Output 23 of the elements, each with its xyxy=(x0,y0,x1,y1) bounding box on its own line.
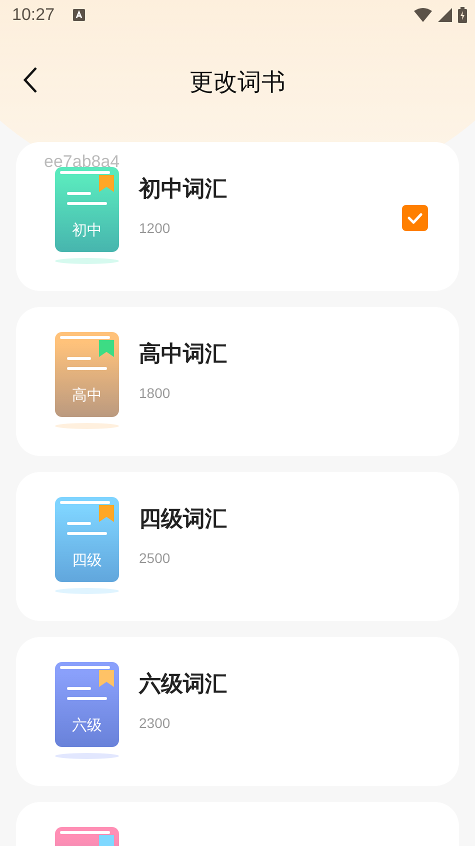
book-title: 初中词汇 xyxy=(139,176,227,204)
battery-icon xyxy=(458,7,467,23)
book-card[interactable]: 六级 六级词汇 2300 xyxy=(16,637,459,786)
status-time: 10:27 xyxy=(12,5,55,25)
keyboard-notification-icon xyxy=(72,9,85,21)
book-cover-icon: 六级 xyxy=(55,662,119,747)
book-card[interactable]: 四级 四级词汇 2500 xyxy=(16,472,459,621)
word-count: 1800 xyxy=(139,385,172,401)
wifi-icon xyxy=(414,8,432,22)
book-title: 六级词汇 xyxy=(139,671,227,699)
book-card[interactable]: 高中 高中词汇 1800 xyxy=(16,307,459,456)
book-card[interactable]: 初中 初中词汇 1200 ee7ab8a4 xyxy=(16,142,459,291)
word-count: 2500 xyxy=(139,550,172,566)
word-count: 1200 xyxy=(139,220,172,236)
checkbox[interactable] xyxy=(402,205,428,231)
book-cover-icon: 高中 xyxy=(55,332,119,417)
book-title: 高中词汇 xyxy=(139,340,227,369)
page-title: 更改词书 xyxy=(190,67,286,98)
word-count: 2300 xyxy=(139,715,172,731)
signal-icon xyxy=(438,8,452,22)
book-title: 四级词汇 xyxy=(139,506,227,534)
book-cover-icon: 初中 xyxy=(55,167,119,252)
book-cover-icon: 四级 xyxy=(55,497,119,582)
